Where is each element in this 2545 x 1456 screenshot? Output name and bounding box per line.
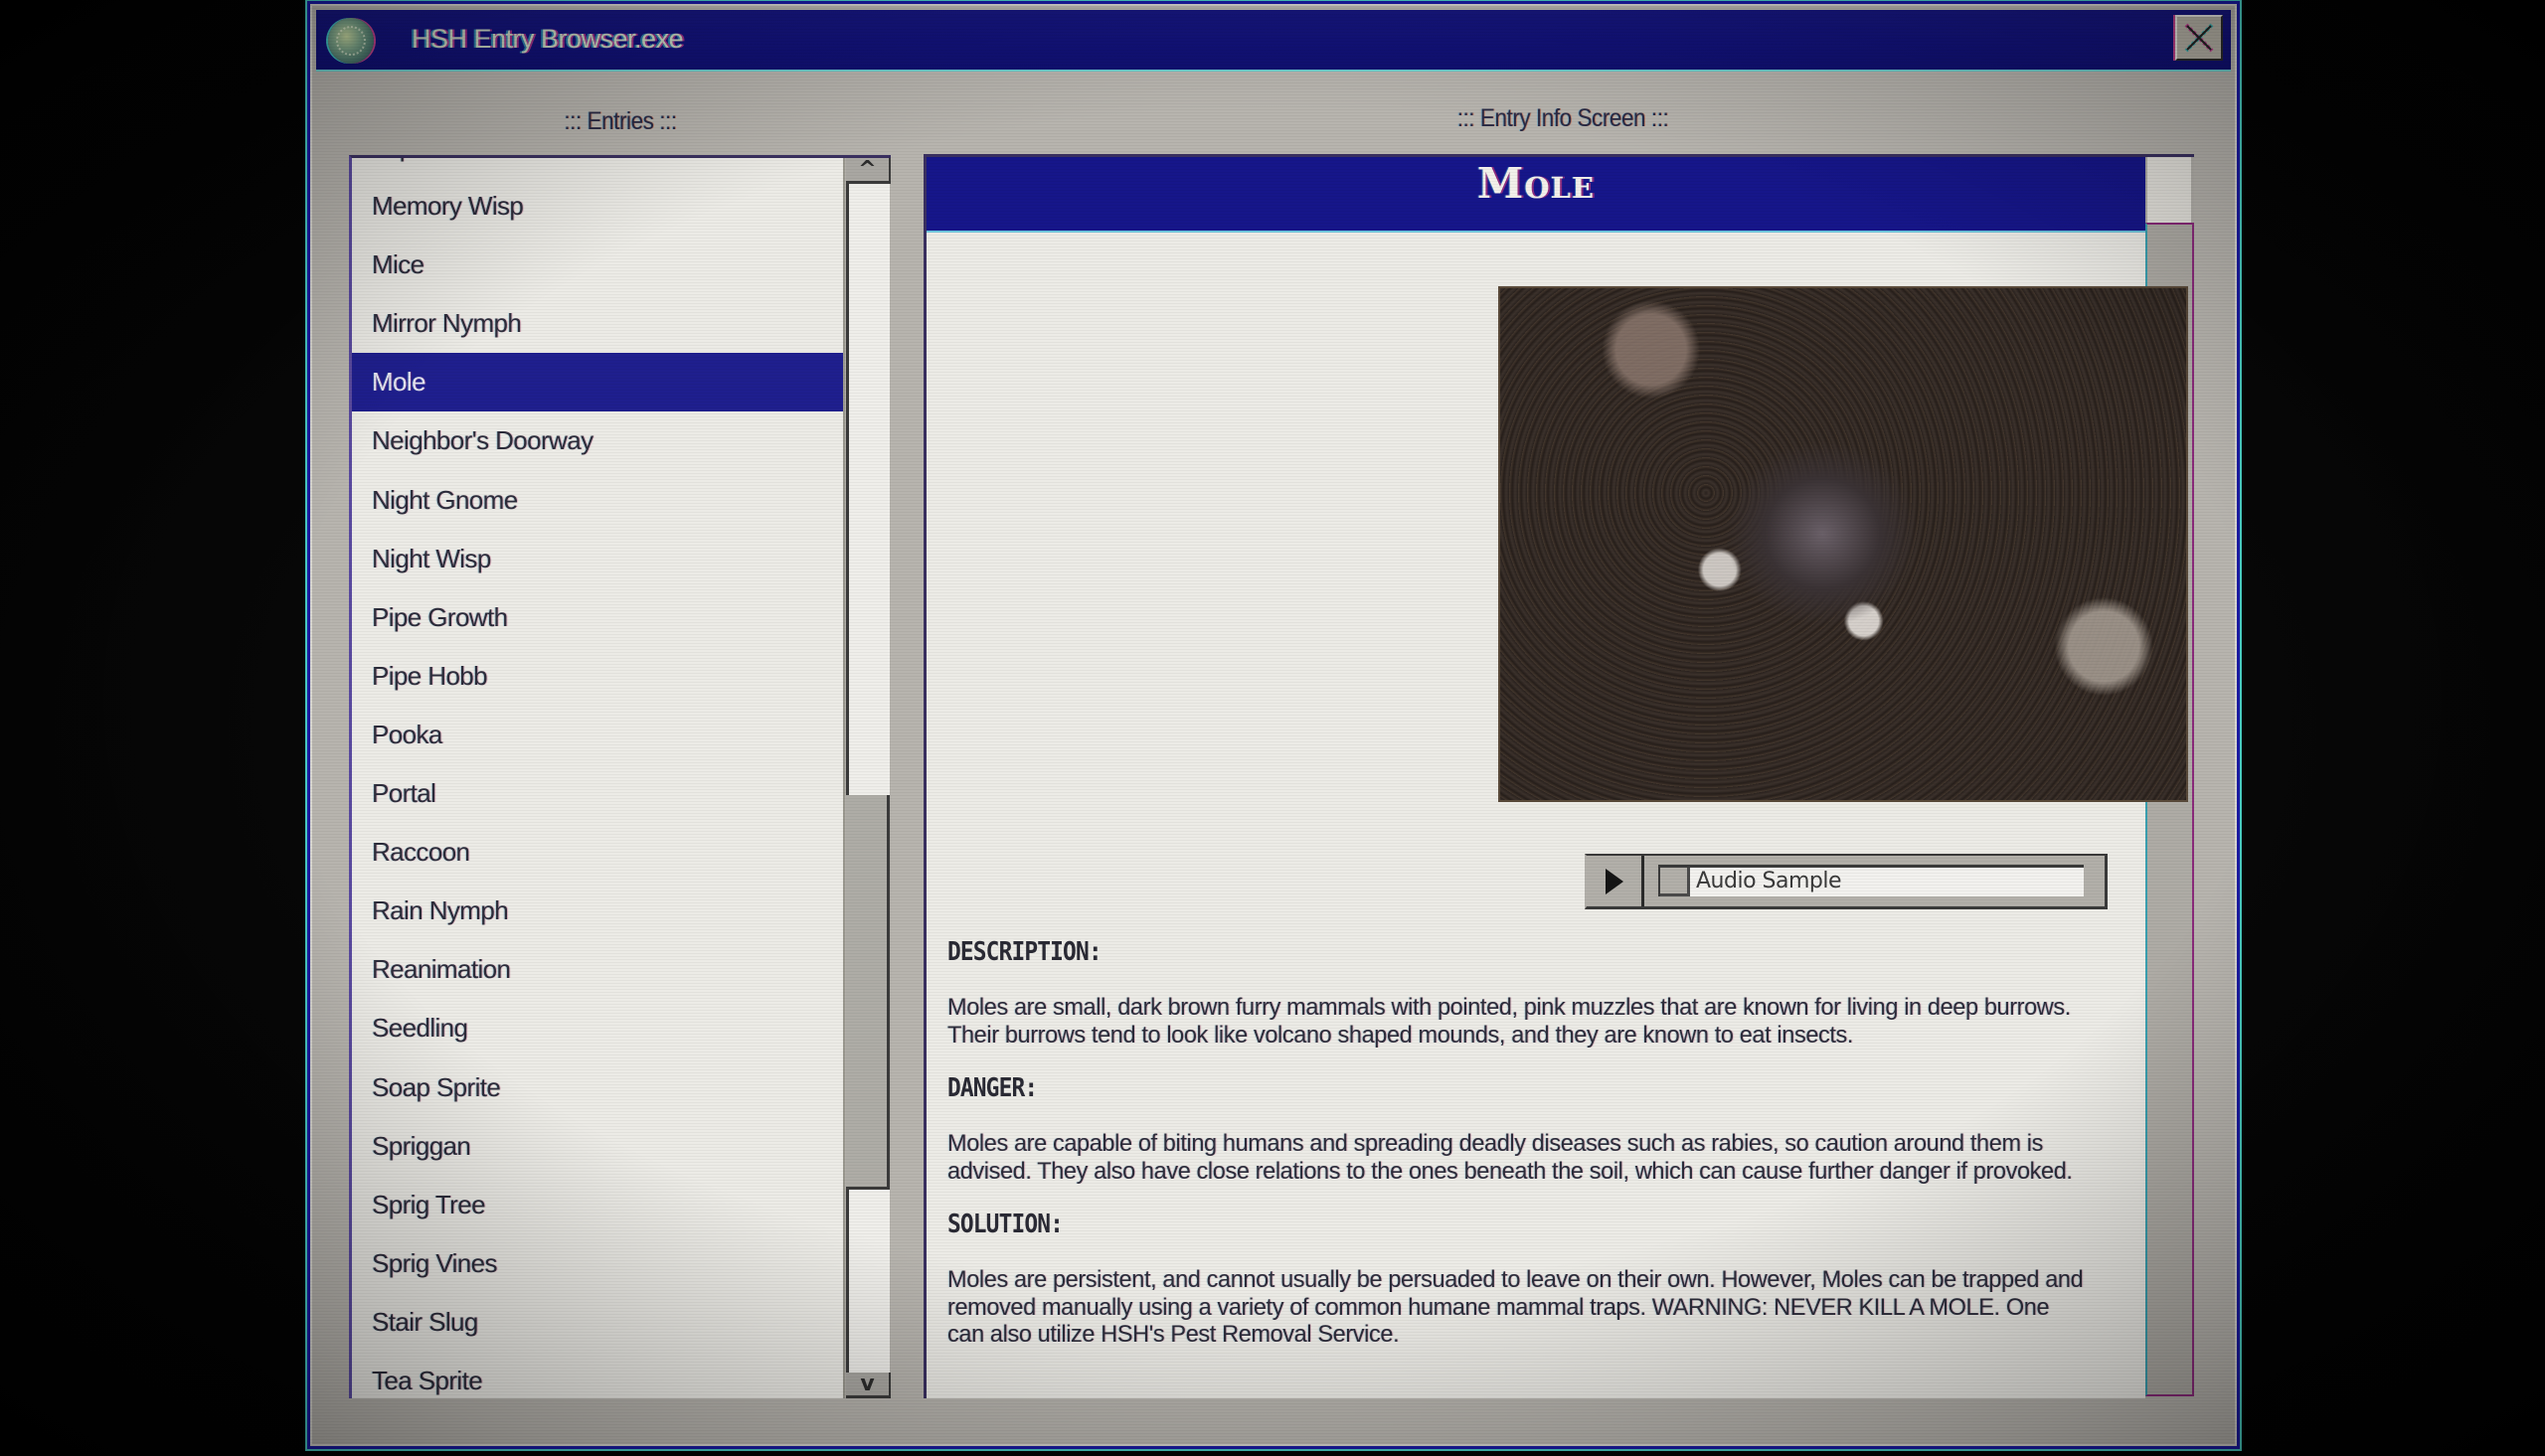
hsh-globe-icon (328, 18, 374, 64)
chevron-up-icon: ^ (858, 157, 877, 182)
entries-list-items: LeprechaunMemory WispMiceMirror NymphMol… (352, 158, 846, 1398)
list-item[interactable]: Mirror Nymph (352, 294, 846, 353)
list-item[interactable]: Mice (352, 236, 846, 294)
list-item[interactable]: Night Wisp (352, 530, 846, 588)
list-item[interactable]: Pipe Hobb (352, 647, 846, 706)
list-item[interactable]: Soap Sprite (352, 1058, 846, 1117)
solution-heading: SOLUTION: (947, 1210, 1064, 1239)
description-heading: DESCRIPTION: (947, 937, 1103, 967)
entry-photo (1498, 286, 2188, 802)
title-bar[interactable]: HSH Entry Browser.exe (316, 10, 2231, 72)
play-icon (1605, 868, 1623, 894)
entry-title-bar: Mole (927, 157, 2145, 233)
list-item-selected[interactable]: Mole (352, 353, 846, 412)
list-item[interactable]: Reanimation (352, 940, 846, 999)
list-item[interactable]: Leprechaun (352, 158, 846, 177)
entry-info-panel: Mole Audio Sample DESCRIPTION: Moles are… (924, 154, 2194, 1398)
window-title: HSH Entry Browser.exe (412, 24, 684, 54)
scroll-down-button[interactable]: v (846, 1372, 891, 1398)
audio-player: Audio Sample (1585, 854, 2108, 909)
solution-text: Moles are persistent, and cannot usually… (947, 1266, 2084, 1348)
entry-details: DESCRIPTION: Moles are small, dark brown… (947, 936, 2130, 1373)
list-item[interactable]: Night Gnome (352, 471, 846, 530)
audio-sample-label: Audio Sample (1696, 869, 1842, 893)
list-item[interactable]: Memory Wisp (352, 177, 846, 236)
info-scroll-track[interactable] (2147, 157, 2191, 223)
entry-browser-window: HSH Entry Browser.exe ::: Entries ::: ::… (310, 4, 2237, 1446)
entry-info-heading: ::: Entry Info Screen ::: (1456, 104, 1669, 132)
entries-scrollbar[interactable]: ^ v (843, 158, 891, 1398)
description-text: Moles are small, dark brown furry mammal… (947, 994, 2071, 1049)
close-button[interactable] (2175, 15, 2223, 61)
scroll-track-upper[interactable] (846, 184, 890, 795)
list-item[interactable]: Sprig Vines (352, 1234, 846, 1293)
list-item[interactable]: Sprig Tree (352, 1176, 846, 1234)
play-button[interactable] (1587, 856, 1644, 906)
entry-title: Mole (1476, 159, 1596, 208)
list-item[interactable]: Rain Nymph (352, 882, 846, 940)
scroll-track-lower[interactable] (846, 1190, 890, 1375)
audio-progress-bar[interactable]: Audio Sample (1658, 865, 2084, 896)
danger-heading: DANGER: (947, 1073, 1038, 1103)
audio-progress-knob[interactable] (1660, 868, 1690, 896)
list-item[interactable]: Neighbor's Doorway (352, 411, 846, 470)
list-item[interactable]: Tea Sprite (352, 1352, 846, 1398)
close-x-icon (2184, 23, 2214, 53)
list-item[interactable]: Spriggan (352, 1117, 846, 1176)
list-item[interactable]: Portal (352, 764, 846, 823)
chevron-down-icon: v (860, 1372, 875, 1396)
scroll-up-button[interactable]: ^ (846, 158, 891, 184)
entries-scroll-thumb[interactable] (846, 795, 890, 1190)
danger-text: Moles are capable of biting humans and s… (947, 1130, 2073, 1185)
list-item[interactable]: Stair Slug (352, 1293, 846, 1352)
entries-heading: ::: Entries ::: (564, 107, 677, 135)
list-item[interactable]: Seedling (352, 999, 846, 1057)
list-item[interactable]: Pipe Growth (352, 588, 846, 647)
list-item[interactable]: Raccoon (352, 823, 846, 882)
entries-list[interactable]: LeprechaunMemory WispMiceMirror NymphMol… (349, 155, 891, 1398)
list-item[interactable]: Pooka (352, 706, 846, 764)
